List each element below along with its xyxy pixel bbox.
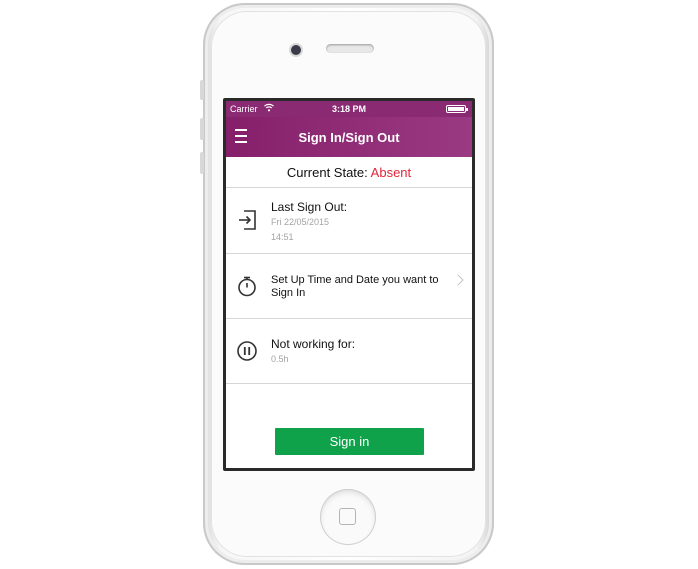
stopwatch-icon <box>236 275 258 297</box>
pause-icon <box>236 340 258 362</box>
sign-out-icon <box>236 209 258 231</box>
earpiece-speaker <box>326 44 374 53</box>
app-display: Carrier 3:18 PM Sign In/Sign Out Current… <box>226 101 472 468</box>
last-sign-out-row: Last Sign Out: Fri 22/05/2015 14:51 <box>226 188 472 254</box>
home-button[interactable] <box>320 489 376 545</box>
volume-up-button <box>200 118 204 140</box>
schedule-title-line2: Sign In <box>271 287 306 299</box>
battery-icon <box>446 105 468 113</box>
not-working-row: Not working for: 0.5h <box>226 319 472 384</box>
not-working-title: Not working for: <box>271 337 356 351</box>
sign-in-button[interactable]: Sign in <box>275 428 424 455</box>
schedule-sign-in-row[interactable]: Set Up Time and Date you want to Sign In <box>226 254 472 319</box>
current-state-row: Current State: Absent <box>226 157 472 188</box>
nav-bar: Sign In/Sign Out <box>226 117 472 157</box>
front-camera <box>291 45 301 55</box>
last-sign-out-title: Last Sign Out: <box>271 200 348 214</box>
mute-switch <box>200 80 204 100</box>
current-state-label: Current State: <box>286 165 368 180</box>
not-working-value: 0.5h <box>271 354 289 364</box>
chevron-right-icon <box>452 274 464 286</box>
screen: Carrier 3:18 PM Sign In/Sign Out Current… <box>223 98 475 471</box>
schedule-title-line1: Set Up Time and Date you want to <box>271 274 439 286</box>
page-title: Sign In/Sign Out <box>298 130 400 145</box>
status-time: 3:18 PM <box>331 104 366 114</box>
home-square-icon <box>339 508 356 525</box>
volume-down-button <box>200 152 204 174</box>
current-state-value: Absent <box>370 165 412 180</box>
status-bar: Carrier 3:18 PM <box>226 101 472 117</box>
last-sign-out-time: 14:51 <box>271 232 294 242</box>
last-sign-out-date: Fri 22/05/2015 <box>271 217 330 227</box>
